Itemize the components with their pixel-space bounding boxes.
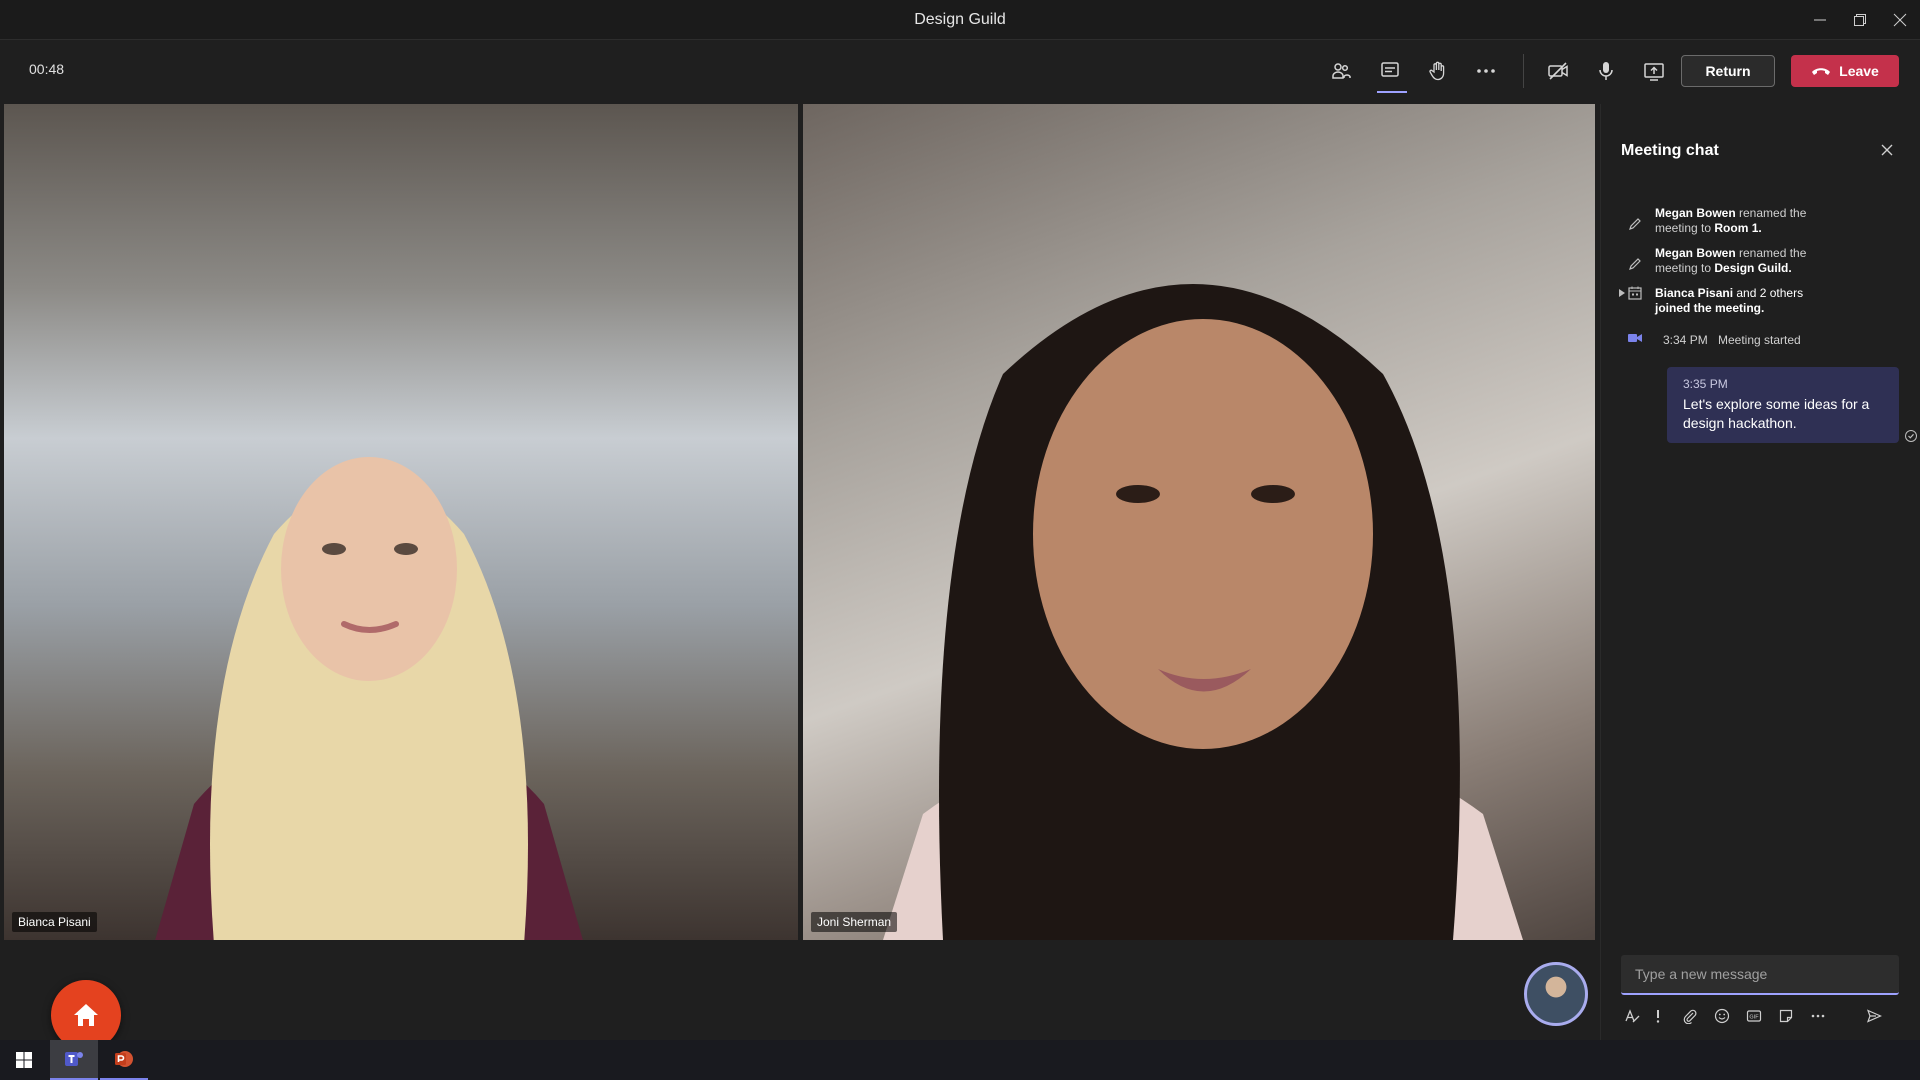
chat-message[interactable]: 3:35 PM Let's explore some ideas for a d… [1667, 367, 1899, 443]
microphone-button[interactable] [1591, 56, 1621, 86]
windows-logo-icon [16, 1052, 32, 1068]
message-timestamp: 3:35 PM [1683, 377, 1728, 391]
meeting-started-text: Meeting started [1718, 333, 1801, 347]
chat-button[interactable] [1375, 56, 1405, 86]
chat-icon [1381, 62, 1399, 77]
chat-event-joined: Bianca Pisani and 2 others joined the me… [1655, 286, 1804, 315]
exclamation-icon [1656, 1010, 1660, 1023]
gif-icon: GIF [1746, 1010, 1762, 1022]
pencil-icon [1627, 256, 1643, 272]
close-window-button[interactable] [1880, 0, 1920, 40]
restore-button[interactable] [1840, 0, 1880, 40]
more-actions-icon [1477, 69, 1495, 73]
taskbar-teams[interactable] [50, 1040, 98, 1080]
return-button[interactable]: Return [1681, 55, 1775, 87]
meeting-chat-panel: Meeting chat Megan Bowen renamed the mee… [1600, 104, 1920, 1040]
video-camera-icon [1627, 330, 1643, 346]
compose-toolbar: GIF [1621, 1005, 1901, 1029]
participant-video [883, 284, 1523, 940]
raise-hand-button[interactable] [1423, 56, 1453, 86]
message-input[interactable] [1635, 966, 1875, 982]
close-chat-button[interactable] [1877, 140, 1897, 160]
microphone-icon [1599, 62, 1613, 80]
call-timer: 00:48 [29, 61, 65, 77]
message-compose-box[interactable] [1621, 955, 1899, 995]
title-bar: Design Guild [0, 0, 1920, 40]
leave-label: Leave [1839, 63, 1879, 79]
gif-button[interactable]: GIF [1743, 1005, 1765, 1027]
start-button[interactable] [0, 1040, 48, 1080]
meeting-toolbar: 00:48 Return Leave [0, 41, 1920, 101]
attach-button[interactable] [1679, 1005, 1701, 1027]
chat-event-rename: Megan Bowen renamed the meeting to Room … [1655, 206, 1807, 235]
chat-event-rename: Megan Bowen renamed the meeting to Desig… [1655, 246, 1807, 275]
close-icon [1881, 144, 1893, 156]
leave-button[interactable]: Leave [1791, 55, 1899, 87]
participant-video [155, 457, 583, 940]
emoji-button[interactable] [1711, 1005, 1733, 1027]
sticker-button[interactable] [1775, 1005, 1797, 1027]
read-receipt-icon [1905, 430, 1917, 442]
share-screen-button[interactable] [1639, 56, 1669, 86]
important-button[interactable] [1647, 1005, 1669, 1027]
minimize-icon [1814, 19, 1826, 21]
close-icon [1893, 13, 1907, 27]
participants-button[interactable] [1326, 56, 1356, 86]
self-video-avatar[interactable] [1524, 962, 1588, 1026]
minimize-button[interactable] [1800, 0, 1840, 40]
paperclip-icon [1683, 1009, 1697, 1024]
restore-icon [1854, 14, 1866, 26]
video-tile-joni[interactable]: Joni Sherman [803, 104, 1595, 940]
participants-icon [1332, 63, 1351, 79]
chat-panel-title: Meeting chat [1621, 142, 1719, 159]
more-options-icon [1811, 1014, 1825, 1018]
message-text: Let's explore some ideas for a design ha… [1683, 396, 1870, 431]
camera-toggle-button[interactable] [1543, 56, 1573, 86]
more-actions-button[interactable] [1471, 56, 1501, 86]
participant-name-tag: Bianca Pisani [12, 912, 97, 932]
sticker-icon [1779, 1009, 1793, 1023]
emoji-icon [1714, 1008, 1730, 1024]
svg-text:GIF: GIF [1749, 1015, 1759, 1021]
toolbar-divider [1523, 54, 1524, 88]
format-button[interactable] [1621, 1005, 1643, 1027]
hang-up-icon [1812, 68, 1831, 75]
participant-name-tag: Joni Sherman [811, 912, 898, 932]
share-screen-icon [1644, 63, 1664, 81]
powerpoint-app-icon [115, 1051, 133, 1067]
window-title: Design Guild [914, 10, 1006, 28]
send-button[interactable] [1863, 1005, 1885, 1027]
window-controls [1800, 0, 1920, 40]
raise-hand-icon [1429, 61, 1445, 81]
teams-app-icon [65, 1052, 83, 1066]
taskbar [0, 1040, 1920, 1080]
chat-active-indicator [1377, 91, 1407, 93]
camera-off-icon [1548, 62, 1568, 80]
calendar-icon [1627, 285, 1643, 301]
stage-bottom-strip [0, 940, 1600, 1040]
more-options-button[interactable] [1807, 1005, 1829, 1027]
pencil-icon [1627, 216, 1643, 232]
format-icon [1625, 1009, 1640, 1023]
send-icon [1866, 1009, 1882, 1023]
meeting-started-time: 3:34 PM [1663, 333, 1708, 347]
video-tile-bianca[interactable]: Bianca Pisani [4, 104, 798, 940]
home-icon [74, 1004, 98, 1026]
taskbar-powerpoint[interactable] [100, 1040, 148, 1080]
expand-chevron-icon[interactable] [1619, 289, 1625, 297]
